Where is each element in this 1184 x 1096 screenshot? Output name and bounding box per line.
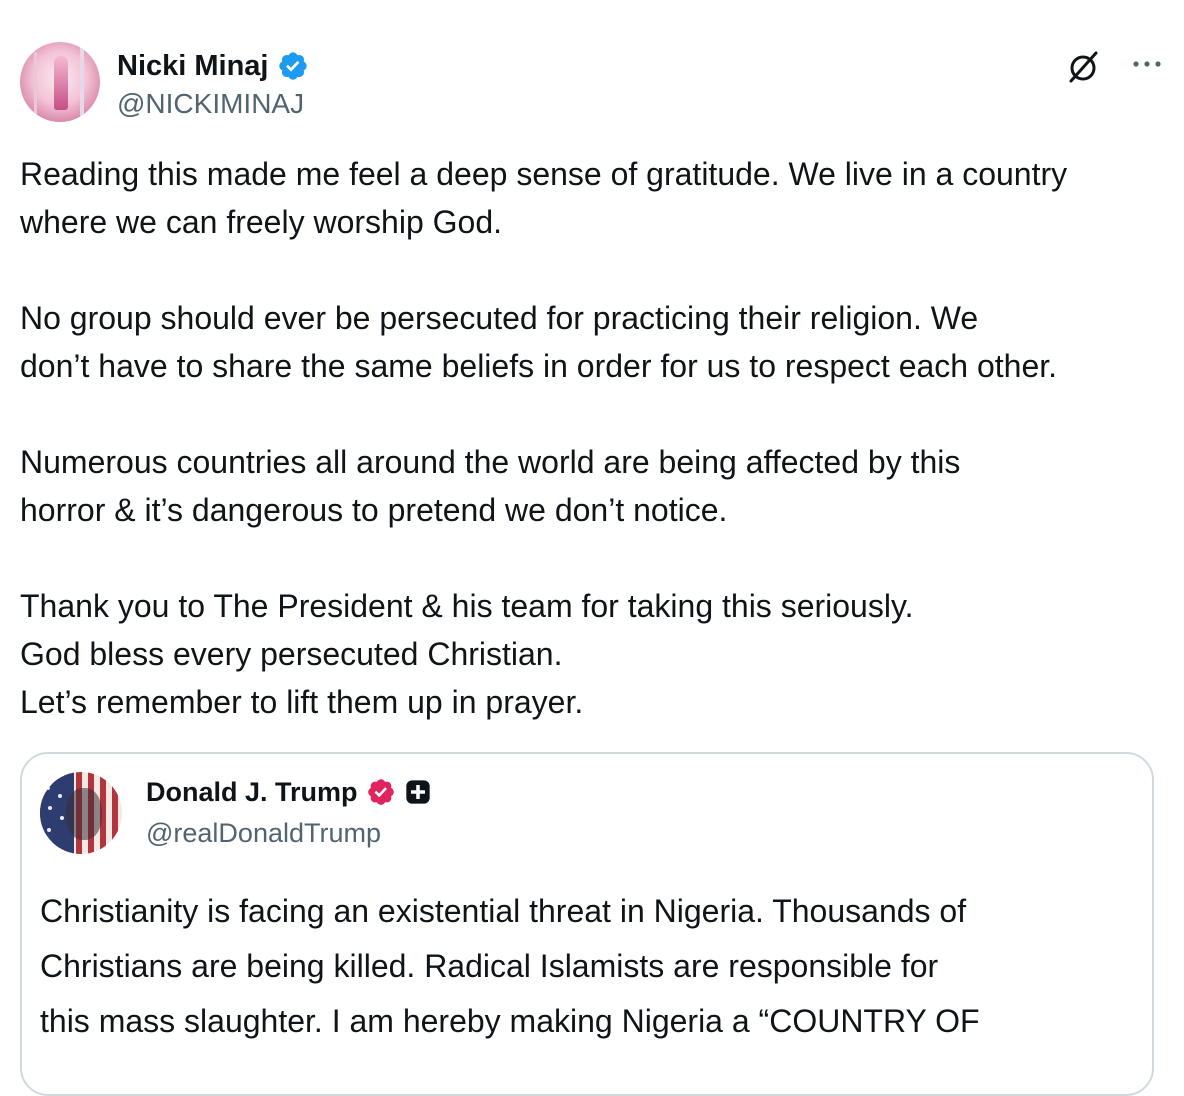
tweet-text-line: God bless every persecuted Christian. bbox=[20, 636, 563, 672]
tweet-text-line: Reading this made me feel a deep sense o… bbox=[20, 156, 1068, 192]
quoted-text-line: Christianity is facing an existential th… bbox=[40, 893, 967, 929]
tweet-text-line: Let’s remember to lift them up in prayer… bbox=[20, 684, 584, 720]
tweet-text-line: horror & it’s dangerous to pretend we do… bbox=[20, 492, 728, 528]
author-name[interactable]: Nicki Minaj bbox=[117, 50, 269, 83]
avatar-figure bbox=[54, 56, 68, 110]
avatar-detail bbox=[34, 52, 37, 114]
quoted-tweet[interactable]: Donald J. Trump @realDonaldTrump Christi… bbox=[20, 752, 1154, 1096]
avatar-detail bbox=[58, 794, 62, 798]
quoted-author-handle[interactable]: @realDonaldTrump bbox=[146, 818, 381, 849]
avatar-detail bbox=[80, 46, 84, 118]
tweet-text-line: No group should ever be persecuted for p… bbox=[20, 300, 979, 336]
avatar-figure bbox=[66, 788, 102, 840]
tweet-text: Reading this made me feel a deep sense o… bbox=[20, 150, 1164, 726]
avatar-detail bbox=[60, 816, 64, 820]
quoted-author-name-row: Donald J. Trump bbox=[146, 774, 432, 810]
verified-badge-icon bbox=[278, 52, 307, 80]
author-avatar[interactable] bbox=[20, 42, 100, 122]
avatar-detail bbox=[47, 828, 51, 832]
tweet-text-line: Thank you to The President & his team fo… bbox=[20, 588, 914, 624]
avatar-detail bbox=[46, 786, 50, 790]
tweet-text-line: where we can freely worship God. bbox=[20, 204, 502, 240]
author-name-row: Nicki Minaj bbox=[117, 48, 309, 84]
more-options-icon[interactable] bbox=[1130, 52, 1164, 76]
quoted-author-name[interactable]: Donald J. Trump bbox=[146, 777, 358, 808]
avatar-detail bbox=[48, 806, 52, 810]
quoted-text-line: Christians are being killed. Radical Isl… bbox=[40, 948, 939, 984]
tweet[interactable]: Nicki Minaj @NICKIMINAJ Reading this mad… bbox=[0, 0, 1184, 1096]
government-badge-icon bbox=[405, 780, 430, 804]
author-handle[interactable]: @NICKIMINAJ bbox=[117, 88, 304, 120]
government-verified-badge-icon bbox=[367, 779, 394, 805]
tweet-text-line: don’t have to share the same beliefs in … bbox=[20, 348, 1058, 384]
grok-icon[interactable] bbox=[1064, 48, 1102, 86]
tweet-text-line: Numerous countries all around the world … bbox=[20, 444, 961, 480]
quoted-tweet-text: Christianity is facing an existential th… bbox=[40, 884, 1140, 1049]
tweet-header: Nicki Minaj @NICKIMINAJ bbox=[20, 42, 1164, 126]
quoted-author-avatar[interactable] bbox=[40, 772, 122, 854]
quoted-text-line: this mass slaughter. I am hereby making … bbox=[40, 1003, 980, 1039]
